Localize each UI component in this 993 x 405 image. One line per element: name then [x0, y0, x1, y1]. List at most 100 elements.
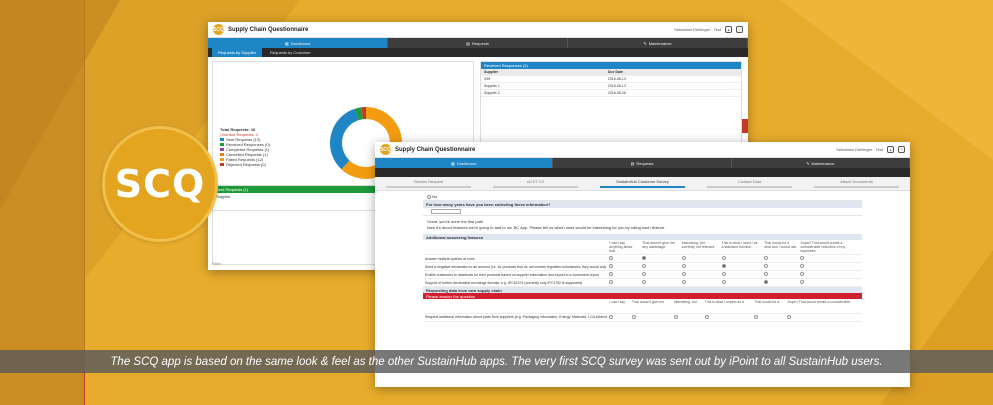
radio-button[interactable] — [800, 256, 805, 260]
divider-line — [84, 0, 85, 405]
matrix-column-header: That doesn't give me any advantage — [640, 240, 680, 255]
tab-maintenance[interactable]: ✎ Maintenance — [732, 158, 910, 168]
tab-dashboard[interactable]: ▦ Dashboard — [375, 158, 554, 168]
app-title: Supply Chain Questionnaire — [395, 146, 476, 153]
step-attach-documents[interactable]: Attach Documents — [803, 177, 910, 190]
org-icon[interactable]: ▴ — [725, 26, 732, 33]
donut-segment[interactable] — [330, 108, 359, 170]
wizard-steps: Review Request eLIST 3.0 SustainHub Cust… — [375, 177, 910, 191]
radio-button[interactable] — [631, 314, 636, 319]
radio-button[interactable] — [704, 314, 709, 319]
subtab-by-supplier[interactable]: Requests by Supplier — [212, 48, 263, 57]
step-label: SustainHub Customer Survey — [616, 179, 669, 184]
radio-button[interactable] — [764, 272, 769, 276]
matrix-row: Enable customers to data/tools for their… — [423, 270, 862, 279]
matrix-column-header: I can't say — [607, 299, 630, 314]
accent-line — [84, 372, 85, 405]
legend-item: Rejected Requests (0) — [220, 162, 270, 167]
years-select[interactable] — [431, 209, 461, 214]
user-name[interactable]: Sebastian Dehlinger - Test — [674, 27, 721, 32]
radio-button[interactable] — [427, 194, 431, 199]
tab-requests[interactable]: ▤ Requests — [553, 158, 732, 168]
radio-button[interactable] — [609, 280, 614, 284]
matrix-header-row: I can't say That doesn't give me Interesti… — [423, 299, 862, 314]
matrix-row: Support of further declaration exchange … — [423, 278, 862, 287]
radio-button[interactable] — [609, 264, 614, 268]
subtab-by-customer[interactable]: Requests by Customer — [270, 50, 311, 55]
matrix-row-label: Enable customers to data/tools for their… — [423, 270, 608, 279]
radio-button[interactable] — [721, 256, 726, 260]
org-icon[interactable]: ▴ — [887, 146, 894, 153]
screenshot-stage: SCQ Supply Chain Questionnaire Sebastian… — [0, 0, 993, 405]
radio-button[interactable] — [609, 256, 614, 260]
table-row[interactable]: X59 2016-06-13 — [481, 75, 741, 83]
matrix-column-header: That doesn't give me — [629, 299, 672, 314]
tab-label: Maintenance — [811, 160, 835, 166]
radio-button[interactable] — [754, 314, 759, 319]
legend-swatch — [220, 143, 224, 146]
radio-button[interactable] — [642, 256, 647, 260]
date-cell: 2016-06-26 — [604, 89, 741, 97]
tab-label: Dashboard — [456, 160, 477, 166]
table-row[interactable]: Supplier 1 2016-06-13 — [481, 82, 741, 90]
radio-button[interactable] — [681, 264, 686, 268]
radio-button[interactable] — [673, 314, 678, 319]
matrix-column-header: Super! That would create a considerable … — [798, 240, 862, 255]
wrench-icon: ✎ — [643, 40, 647, 46]
supplier-cell: X59 — [481, 75, 605, 83]
step-label: Review Request — [413, 179, 444, 184]
step-customer-survey[interactable]: SustainHub Customer Survey — [589, 177, 696, 190]
radio-button[interactable] — [800, 280, 805, 284]
step-label: Attach Documents — [840, 179, 873, 184]
matrix-row-label: Request additional information about par… — [423, 313, 608, 322]
radio-button[interactable] — [764, 256, 769, 260]
donut-segment[interactable] — [354, 107, 364, 121]
tab-label: Requests — [471, 40, 489, 46]
radio-button[interactable] — [681, 280, 686, 284]
radio-button[interactable] — [721, 272, 726, 276]
radio-button[interactable] — [764, 264, 769, 268]
tab-dashboard[interactable]: ▦ Dashboard — [208, 38, 388, 48]
inbox-icon: ▤ — [466, 40, 470, 46]
tab-maintenance[interactable]: ✎ Maintenance — [568, 38, 748, 48]
step-contact-data[interactable]: Contact Data — [696, 177, 803, 190]
supplier-cell: Supplier 1 — [481, 82, 605, 90]
radio-button[interactable] — [609, 272, 614, 276]
radio-button[interactable] — [642, 264, 647, 268]
step-review-request[interactable]: Review Request — [375, 177, 482, 190]
dashboard-icon: ▦ — [450, 160, 455, 166]
radio-button[interactable] — [721, 280, 726, 284]
radio-button[interactable] — [609, 314, 614, 319]
radio-button[interactable] — [642, 272, 647, 276]
legend-swatch — [220, 148, 224, 151]
answer-option[interactable]: No — [423, 193, 862, 201]
matrix-column-header: Interesting, but currently not relevant — [679, 240, 720, 255]
matrix-row-label: Support of further declaration exchange … — [423, 278, 608, 287]
table-row[interactable]: Supplier 2 2016-06-26 — [481, 89, 741, 97]
radio-button[interactable] — [764, 280, 769, 284]
help-icon[interactable]: ? — [898, 146, 905, 153]
filter-control[interactable]: Filter — [212, 261, 221, 266]
step-elist[interactable]: eLIST 3.0 — [482, 177, 589, 190]
tab-requests[interactable]: ▤ Requests — [388, 38, 568, 48]
radio-button[interactable] — [681, 272, 686, 276]
matrix-column-header: That would be a deal and I would use — [762, 240, 799, 255]
user-name[interactable]: Sebastian Dehlinger - Test — [836, 147, 883, 152]
radio-button[interactable] — [721, 264, 726, 268]
radio-button[interactable] — [787, 314, 792, 319]
app-title: Supply Chain Questionnaire — [228, 26, 309, 33]
help-icon[interactable]: ? — [736, 26, 743, 33]
radio-button[interactable] — [681, 256, 686, 260]
supplier-label: Supplier — [216, 194, 231, 199]
app-logo: SCQ — [380, 144, 391, 155]
date-cell: 2016-06-13 — [604, 75, 741, 83]
feedback-tab[interactable] — [742, 119, 748, 133]
radio-button[interactable] — [642, 280, 647, 284]
radio-button[interactable] — [800, 264, 805, 268]
dashboard-icon: ▦ — [284, 40, 289, 46]
intro-text: Great, you're done the first part! Now i… — [423, 216, 862, 234]
radio-button[interactable] — [800, 272, 805, 276]
option-label: No — [432, 194, 438, 199]
matrix-column-header: This is what I expect as a — [702, 299, 753, 314]
matrix-row-label: Answer multiple queries at once — [423, 254, 608, 263]
